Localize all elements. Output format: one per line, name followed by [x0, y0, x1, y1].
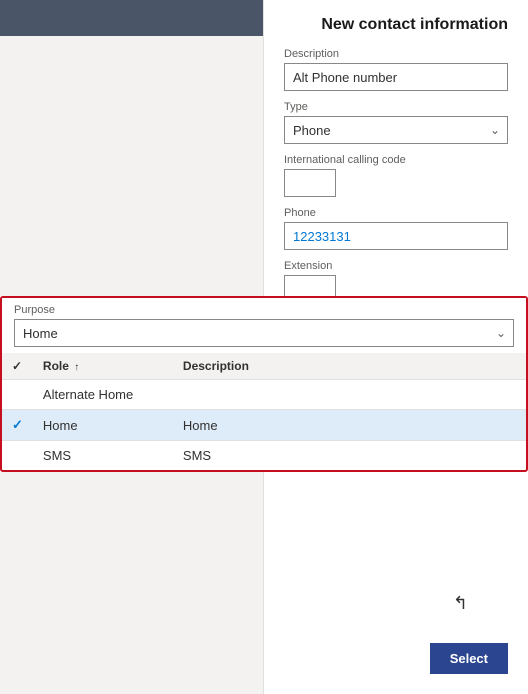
description-label: Description [284, 48, 508, 60]
row-description-cell: Home [173, 410, 526, 441]
type-field-group: Type Phone Email Address ⌄ [284, 101, 508, 144]
table-row[interactable]: SMSSMS [2, 441, 526, 471]
type-select[interactable]: Phone Email Address [284, 116, 508, 144]
row-role-cell: SMS [33, 441, 173, 471]
sidebar-header [0, 0, 263, 36]
panel-title: New contact information [284, 16, 508, 34]
col-header-check: ✓ [2, 353, 33, 380]
intl-code-field-group: International calling code [284, 154, 508, 197]
purpose-dropdown-overlay: Purpose Home Business Other ⌄ ✓ R [0, 296, 528, 472]
purpose-row: Purpose Home Business Other ⌄ [2, 298, 526, 353]
table-header-row: ✓ Role ↑ Description [2, 353, 526, 380]
table-row[interactable]: ✓HomeHome [2, 410, 526, 441]
purpose-table: ✓ Role ↑ Description Alternate Home✓Home… [2, 353, 526, 470]
description-input[interactable] [284, 63, 508, 91]
row-description-cell [173, 380, 526, 410]
purpose-select[interactable]: Home Business Other [14, 319, 514, 347]
row-check-cell: ✓ [2, 410, 33, 441]
description-field-group: Description [284, 48, 508, 91]
phone-field-group: Phone [284, 207, 508, 250]
type-select-wrapper: Phone Email Address ⌄ [284, 116, 508, 144]
sort-arrow-role: ↑ [74, 362, 79, 373]
purpose-label: Purpose [14, 304, 514, 316]
row-role-cell: Home [33, 410, 173, 441]
purpose-select-wrapper: Home Business Other ⌄ [14, 319, 514, 347]
col-header-role[interactable]: Role ↑ [33, 353, 173, 380]
extension-label: Extension [284, 260, 508, 272]
intl-code-label: International calling code [284, 154, 508, 166]
cursor-icon: ↰ [453, 593, 468, 614]
row-description-cell: SMS [173, 441, 526, 471]
type-label: Type [284, 101, 508, 113]
bottom-area: Select [430, 643, 508, 674]
col-header-description: Description [173, 353, 526, 380]
main-panel: New contact information Description Type… [264, 0, 528, 694]
phone-input[interactable] [284, 222, 508, 250]
row-role-cell: Alternate Home [33, 380, 173, 410]
intl-code-input[interactable] [284, 169, 336, 197]
row-check-cell [2, 441, 33, 471]
row-check-cell [2, 380, 33, 410]
select-button[interactable]: Select [430, 643, 508, 674]
phone-label: Phone [284, 207, 508, 219]
table-row[interactable]: Alternate Home [2, 380, 526, 410]
